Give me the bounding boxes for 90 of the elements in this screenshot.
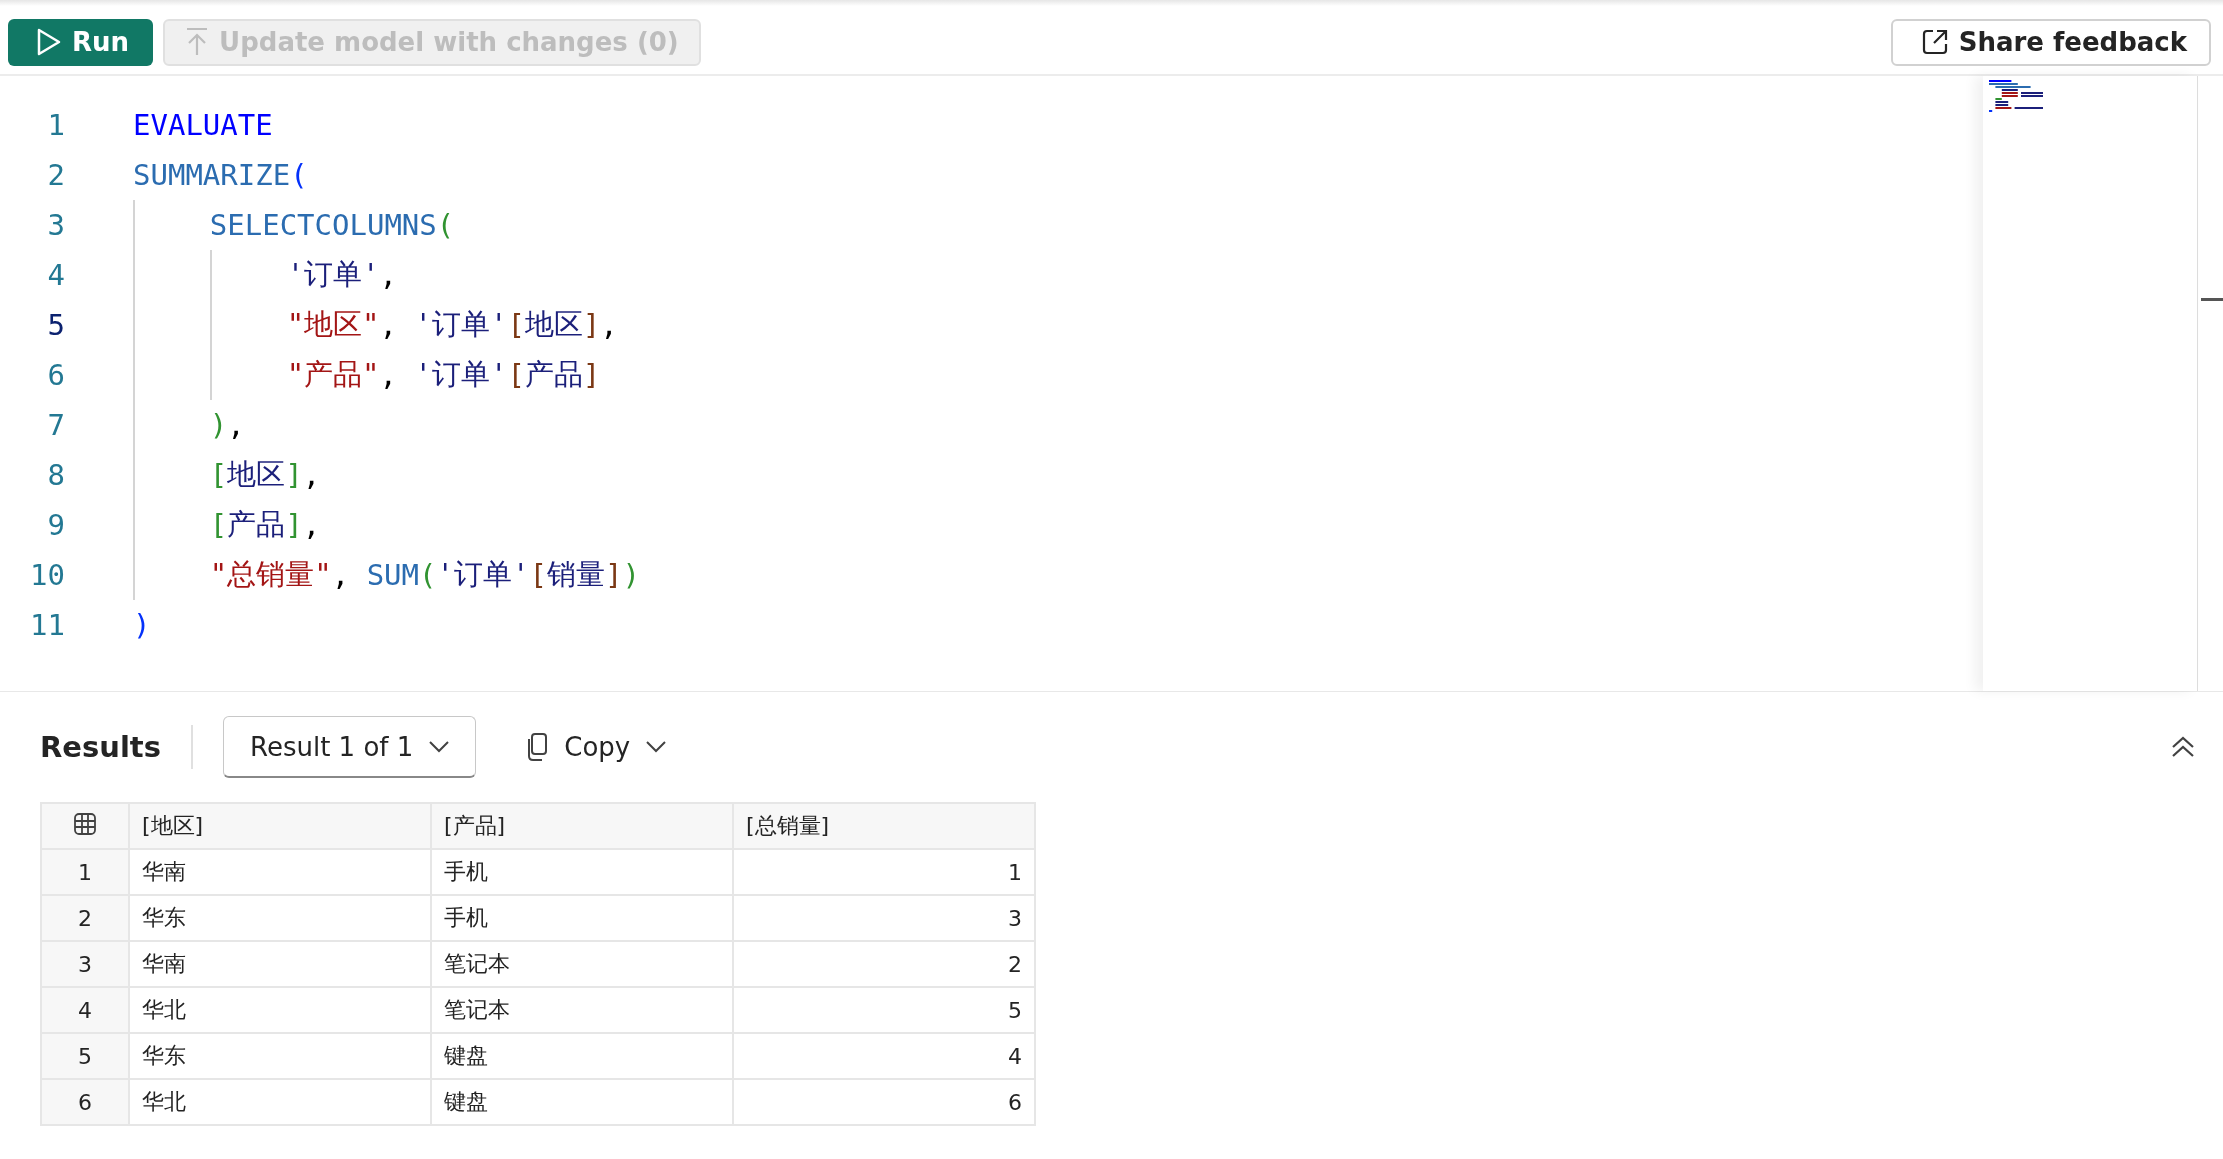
run-button[interactable]: Run	[8, 18, 154, 66]
table-cell: 5	[733, 987, 1035, 1033]
line-number: 10	[29, 558, 65, 592]
code-column-name: 地区	[524, 306, 583, 343]
line-number: 11	[29, 608, 65, 642]
code-bracket: ]	[604, 558, 623, 592]
table-cell: 键盘	[431, 1079, 733, 1125]
table-cell: 3	[733, 895, 1035, 941]
table-cell: 1	[733, 849, 1035, 895]
code-column-name: 销量	[546, 556, 605, 593]
table-cell: 笔记本	[431, 941, 733, 987]
play-icon	[36, 28, 62, 56]
row-number: 1	[41, 849, 129, 895]
code-function: SELECTCOLUMNS	[209, 208, 437, 242]
table-cell: 键盘	[431, 1033, 733, 1079]
code-bracket: ]	[285, 508, 303, 542]
code-table-name: '订单'	[286, 256, 380, 293]
table-cell: 华北	[129, 1079, 431, 1125]
code-keyword: EVALUATE	[133, 108, 273, 142]
code-bracket: )	[133, 608, 151, 642]
code-bracket: [	[529, 558, 547, 592]
copy-icon	[526, 732, 549, 762]
line-number: 5	[46, 308, 65, 342]
code-column-name: 产品	[227, 506, 286, 543]
table-cell: 6	[733, 1079, 1035, 1125]
code-punctuation: ,	[302, 458, 321, 492]
line-number: 2	[46, 158, 65, 192]
code-bracket: [	[209, 508, 228, 542]
table-cell: 笔记本	[431, 987, 733, 1033]
code-string: "地区"	[286, 306, 380, 343]
code-bracket: (	[419, 558, 437, 592]
code-string: "总销量"	[209, 556, 332, 593]
table-cell: 华东	[129, 1033, 431, 1079]
code-punctuation: ,	[379, 258, 397, 292]
code-punctuation: ,	[331, 558, 351, 592]
chevron-down-icon	[429, 740, 450, 753]
code-bracket: ]	[582, 358, 601, 392]
code-punctuation: ,	[600, 308, 618, 342]
line-number: 4	[46, 258, 65, 292]
code-punctuation: ,	[379, 358, 398, 392]
code-bracket: )	[622, 558, 640, 592]
table-cell: 华北	[129, 987, 431, 1033]
table-cell: 4	[733, 1033, 1035, 1079]
table-cell: 手机	[431, 895, 733, 941]
table-cell: 2	[733, 941, 1035, 987]
code-bracket: [	[507, 308, 525, 342]
code-column-name: 地区	[227, 456, 286, 493]
code-bracket: ]	[285, 458, 303, 492]
upload-icon	[185, 27, 210, 57]
code-function: SUMMARIZE	[133, 158, 291, 192]
line-number: 8	[46, 458, 65, 492]
result-dropdown[interactable]: Result 1 of 1	[223, 716, 477, 778]
external-link-icon	[1920, 28, 1949, 56]
code-bracket: )	[209, 408, 228, 442]
code-column-name: 产品	[524, 356, 583, 393]
code-table-name: '订单'	[436, 556, 530, 593]
row-number: 6	[41, 1079, 129, 1125]
chevron-down-icon	[646, 741, 667, 753]
column-header: [产品]	[431, 803, 733, 849]
row-number: 5	[41, 1033, 129, 1079]
line-number: 1	[46, 108, 65, 142]
code-string: "产品"	[286, 356, 380, 393]
code-punctuation: ,	[302, 508, 321, 542]
line-number: 3	[46, 208, 65, 242]
table-cell: 华东	[129, 895, 431, 941]
column-header: [总销量]	[733, 803, 1035, 849]
code-function: SUM	[366, 558, 420, 592]
code-punctuation: ,	[227, 408, 245, 442]
line-number: 6	[46, 358, 65, 392]
code-bracket: (	[290, 158, 308, 192]
code-bracket: [	[209, 458, 228, 492]
code-table-name: '订单'	[414, 356, 508, 393]
table-cell: 手机	[431, 849, 733, 895]
table-cell: 华南	[129, 941, 431, 987]
table-cell: 华南	[129, 849, 431, 895]
line-number: 9	[46, 508, 65, 542]
code-bracket: [	[507, 358, 525, 392]
table-icon	[73, 811, 97, 836]
row-number: 2	[41, 895, 129, 941]
row-number: 3	[41, 941, 129, 987]
share-feedback-button[interactable]: Share feedback	[1890, 18, 2211, 66]
code-bracket: (	[436, 208, 455, 242]
code-punctuation: ,	[379, 308, 398, 342]
collapse-icon[interactable]	[2171, 736, 2195, 758]
column-header: [地区]	[129, 803, 431, 849]
code-bracket: ]	[582, 308, 601, 342]
results-title: Results	[40, 730, 161, 764]
code-table-name: '订单'	[414, 306, 508, 343]
row-number: 4	[41, 987, 129, 1033]
line-number: 7	[46, 408, 65, 442]
